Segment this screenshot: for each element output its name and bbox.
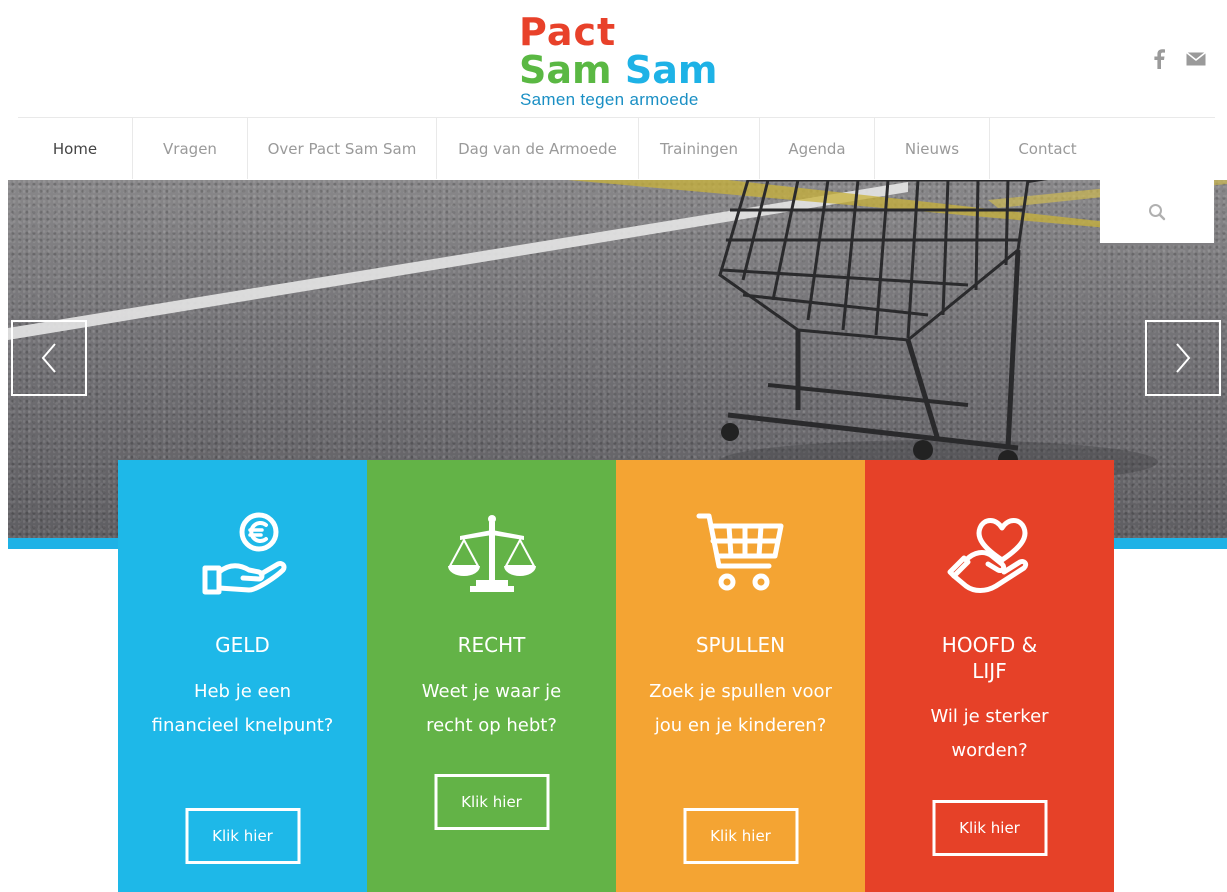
card-spullen-button[interactable]: Klik hier	[683, 808, 798, 864]
card-text: Heb je een financieel knelpunt?	[151, 681, 334, 736]
nav-over-pact-sam-sam[interactable]: Over Pact Sam Sam	[248, 118, 437, 179]
card-title: HOOFD & LIJF	[875, 632, 1104, 684]
search-icon	[1149, 203, 1166, 220]
card-title: SPULLEN	[695, 633, 786, 657]
nav-label: Over Pact Sam Sam	[267, 139, 417, 158]
card-geld: GELD Heb je een financieel knelpunt? Kli…	[118, 460, 367, 892]
nav-label: Trainingen	[660, 139, 738, 158]
slider-prev-button[interactable]	[11, 320, 87, 396]
card-recht-button[interactable]: Klik hier	[434, 774, 549, 830]
nav-dag-van-de-armoede[interactable]: Dag van de Armoede	[437, 118, 639, 179]
nav-label: Vragen	[163, 139, 217, 158]
shopping-cart-icon	[696, 513, 783, 591]
card-title-text: HOOFD & LIJF	[941, 633, 1038, 683]
card-spullen: SPULLEN Zoek je spullen voor jou en je k…	[616, 460, 865, 892]
search-button[interactable]	[1100, 180, 1214, 243]
facebook-icon	[1154, 49, 1165, 69]
card-text: Wil je sterker worden?	[930, 706, 1049, 761]
nav-label: Contact	[1018, 139, 1077, 158]
card-title: GELD	[215, 633, 270, 657]
logo-tagline: Samen tegen armoede	[520, 90, 699, 109]
card-hoofd-lijf: HOOFD & LIJF Wil je sterker worden? Klik…	[865, 460, 1114, 892]
nav-contact[interactable]: Contact	[990, 118, 1105, 179]
main-nav: Home Vragen Over Pact Sam Sam Dag van de…	[18, 117, 1215, 179]
nav-agenda[interactable]: Agenda	[760, 118, 875, 179]
nav-vragen[interactable]: Vragen	[133, 118, 248, 179]
heart-hand-icon	[947, 518, 1028, 593]
card-geld-button[interactable]: Klik hier	[185, 808, 300, 864]
euro-hand-icon	[202, 512, 287, 595]
nav-nieuws[interactable]: Nieuws	[875, 118, 990, 179]
chevron-right-icon	[1176, 343, 1191, 373]
slider-next-button[interactable]	[1145, 320, 1221, 396]
card-title: RECHT	[457, 633, 526, 657]
category-cards: GELD Heb je een financieel knelpunt? Kli…	[118, 460, 1114, 892]
chevron-left-icon	[41, 343, 56, 373]
logo-sam-blue: Sam	[624, 48, 718, 92]
mail-link[interactable]	[1185, 48, 1207, 70]
nav-label: Agenda	[788, 139, 846, 158]
nav-label: Home	[52, 139, 98, 158]
site-logo[interactable]: Pact Sam Sam Samen tegen armoede	[519, 12, 739, 112]
nav-home[interactable]: Home	[18, 118, 133, 179]
nav-label: Nieuws	[904, 139, 960, 158]
card-recht: RECHT Weet je waar je recht op hebt? Kli…	[367, 460, 616, 892]
facebook-link[interactable]	[1148, 48, 1170, 70]
mail-icon	[1186, 52, 1206, 66]
logo-sam-sam: Sam Sam	[519, 50, 717, 90]
card-text: Zoek je spullen voor jou en je kinderen?	[649, 681, 832, 736]
card-hoofd-lijf-button[interactable]: Klik hier	[932, 800, 1047, 856]
scales-icon	[447, 515, 536, 592]
logo-pact: Pact	[519, 10, 617, 54]
logo-sam-green: Sam	[519, 48, 612, 92]
nav-trainingen[interactable]: Trainingen	[639, 118, 760, 179]
nav-label: Dag van de Armoede	[458, 139, 617, 158]
card-text: Weet je waar je recht op hebt?	[421, 681, 562, 736]
